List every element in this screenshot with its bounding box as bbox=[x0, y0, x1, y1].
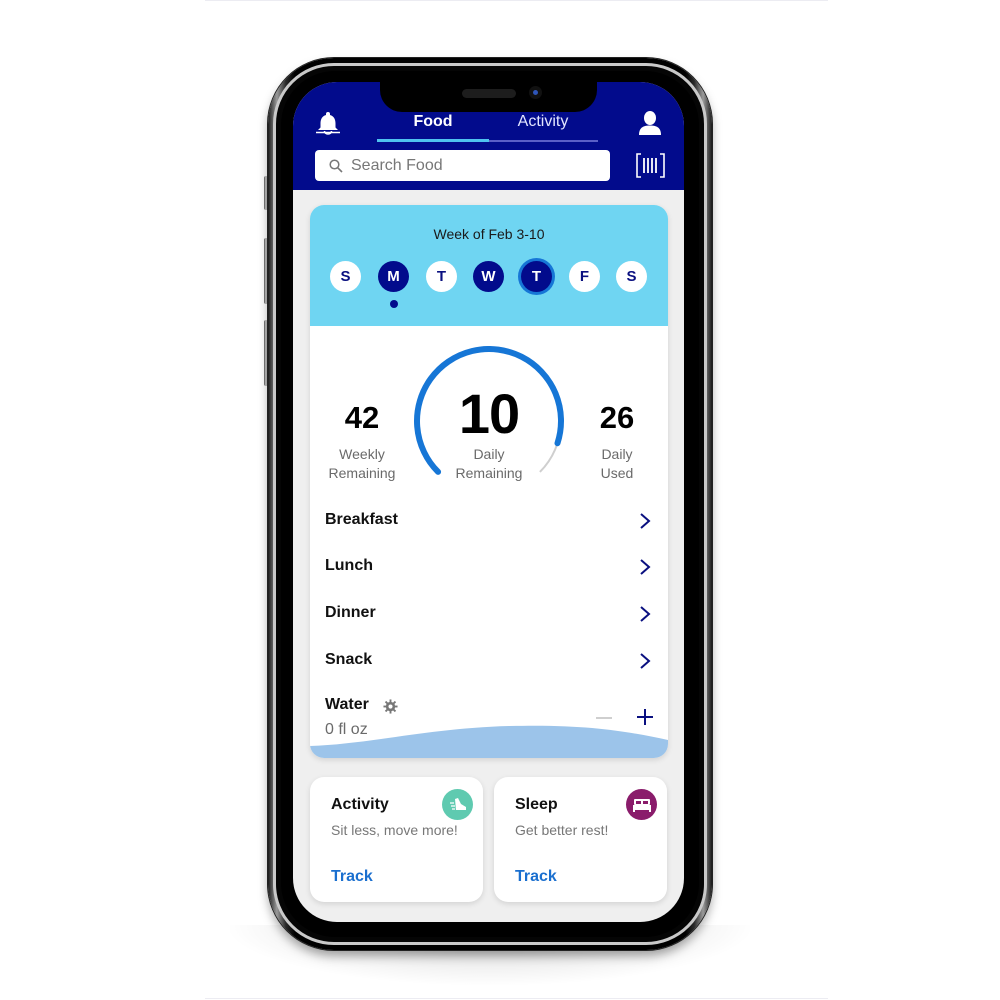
front-camera bbox=[529, 86, 542, 99]
search-icon bbox=[329, 158, 343, 173]
weekly-remaining-label: Weekly Remaining bbox=[322, 445, 402, 483]
meal-row-breakfast[interactable]: Breakfast bbox=[310, 499, 668, 545]
bed-icon bbox=[632, 798, 651, 812]
water-amount: 0 fl oz bbox=[325, 721, 368, 738]
activity-card-subtitle: Sit less, move more! bbox=[331, 822, 458, 838]
day-monday[interactable]: M bbox=[378, 261, 409, 292]
search-input[interactable] bbox=[351, 156, 591, 175]
meal-row-lunch[interactable]: Lunch bbox=[310, 545, 668, 591]
daily-used-label: Daily Used bbox=[577, 445, 657, 483]
meal-row-dinner[interactable]: Dinner bbox=[310, 592, 668, 638]
activity-card-title: Activity bbox=[331, 796, 389, 813]
meal-row-snack[interactable]: Snack bbox=[310, 639, 668, 685]
water-label: Water bbox=[325, 696, 369, 713]
water-increase-button[interactable] bbox=[636, 708, 654, 726]
day-wednesday[interactable]: W bbox=[473, 261, 504, 292]
notch bbox=[380, 82, 597, 112]
sleep-track-link[interactable]: Track bbox=[515, 868, 557, 886]
page-edge-bottom bbox=[205, 998, 828, 999]
day-saturday[interactable]: S bbox=[616, 261, 647, 292]
page-edge-top bbox=[205, 0, 828, 1]
daily-remaining-label-line2: Remaining bbox=[455, 465, 523, 481]
daily-remaining-value: 10 bbox=[458, 382, 520, 445]
week-selector: Week of Feb 3-10 S M T W T F S bbox=[310, 205, 668, 326]
search-bar[interactable] bbox=[315, 150, 610, 181]
daily-remaining-label: Daily Remaining bbox=[429, 445, 549, 483]
meal-label: Snack bbox=[325, 651, 373, 668]
day-thursday[interactable]: T bbox=[521, 261, 552, 292]
tab-activity[interactable]: Activity bbox=[501, 113, 585, 131]
weekly-remaining-label-line1: Weekly bbox=[339, 446, 385, 462]
barcode-scan-icon[interactable] bbox=[636, 153, 665, 178]
daily-used-value: 26 bbox=[599, 400, 635, 435]
sleep-card[interactable]: Sleep Get better rest! Track bbox=[494, 777, 667, 902]
chevron-right-icon bbox=[640, 653, 651, 669]
chevron-right-icon bbox=[640, 559, 651, 575]
sleep-card-subtitle: Get better rest! bbox=[515, 822, 609, 838]
meal-label: Breakfast bbox=[325, 511, 398, 528]
chevron-right-icon bbox=[640, 606, 651, 622]
profile-icon[interactable] bbox=[638, 110, 662, 136]
sleep-icon-badge bbox=[626, 789, 657, 820]
tab-active-indicator bbox=[377, 139, 489, 142]
bell-icon[interactable] bbox=[315, 110, 341, 136]
weekly-remaining-label-line2: Remaining bbox=[328, 465, 396, 481]
daily-remaining-label-line1: Daily bbox=[473, 446, 505, 462]
day-friday[interactable]: F bbox=[569, 261, 600, 292]
chevron-right-icon bbox=[640, 513, 651, 529]
sneaker-icon bbox=[449, 797, 466, 810]
activity-icon-badge bbox=[442, 789, 473, 820]
day-entry-marker bbox=[390, 300, 398, 308]
day-sunday[interactable]: S bbox=[330, 261, 361, 292]
gear-icon[interactable] bbox=[383, 699, 398, 714]
water-decrease-button[interactable] bbox=[596, 717, 612, 719]
sleep-card-title: Sleep bbox=[515, 796, 558, 813]
meal-label: Lunch bbox=[325, 557, 373, 574]
day-tuesday[interactable]: T bbox=[426, 261, 457, 292]
week-label: Week of Feb 3-10 bbox=[433, 226, 545, 242]
weekly-remaining-value: 42 bbox=[344, 400, 380, 435]
tab-food[interactable]: Food bbox=[397, 113, 469, 131]
earpiece-speaker bbox=[462, 89, 516, 98]
activity-track-link[interactable]: Track bbox=[331, 868, 373, 886]
meal-label: Dinner bbox=[325, 604, 376, 621]
daily-used-label-line2: Used bbox=[600, 465, 634, 481]
activity-card[interactable]: Activity Sit less, move more! Track bbox=[310, 777, 483, 902]
phone-screen: Food Activity Week of Feb 3-10 S M T W bbox=[293, 82, 684, 922]
food-summary-card: Week of Feb 3-10 S M T W T F S 42 Weekly… bbox=[310, 205, 668, 758]
daily-used-label-line1: Daily bbox=[601, 446, 633, 462]
